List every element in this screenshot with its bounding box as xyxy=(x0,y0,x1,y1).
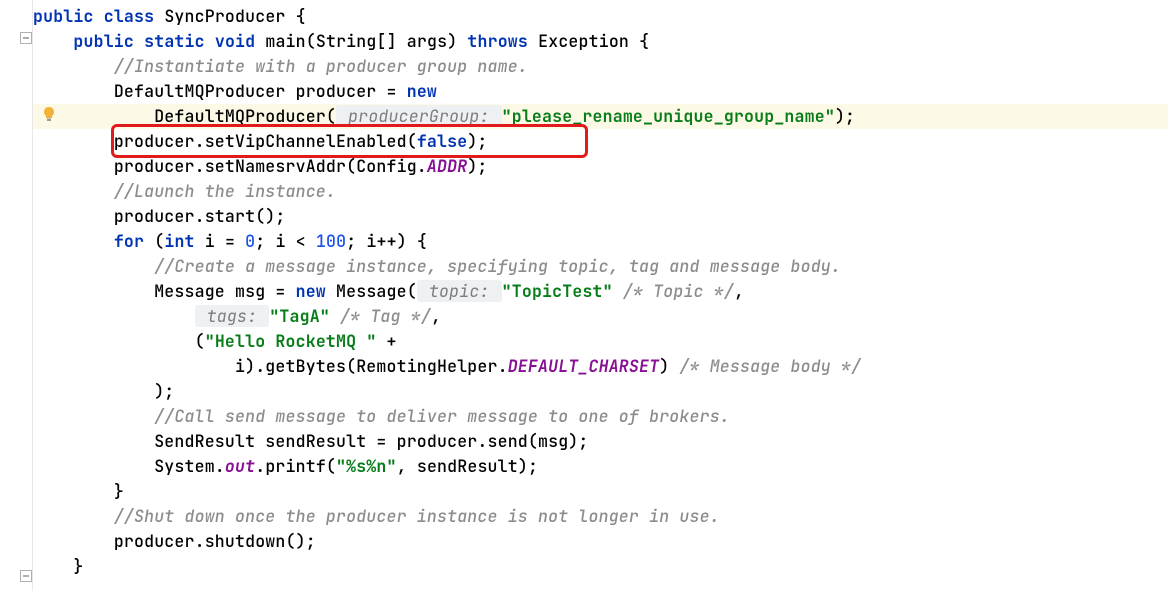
code-line[interactable]: public static void main(String[] args) t… xyxy=(33,29,1168,54)
parameter-hint: producerGroup: xyxy=(336,105,502,127)
code-line[interactable]: tags: "TagA" /* Tag */, xyxy=(33,304,1168,329)
parameter-hint: topic: xyxy=(417,280,502,302)
code-line[interactable]: ("Hello RocketMQ " + xyxy=(33,329,1168,354)
code-line[interactable]: DefaultMQProducer( producerGroup: "pleas… xyxy=(33,104,1168,129)
code-line[interactable]: producer.start(); xyxy=(33,204,1168,229)
code-line[interactable]: producer.shutdown(); xyxy=(33,529,1168,554)
code-line[interactable]: producer.setNamesrvAddr(Config.ADDR); xyxy=(33,154,1168,179)
code-line[interactable]: ); xyxy=(33,379,1168,404)
fold-minus-icon[interactable] xyxy=(20,570,34,584)
intention-bulb-icon[interactable] xyxy=(42,106,56,120)
code-line[interactable]: i).getBytes(RemotingHelper.DEFAULT_CHARS… xyxy=(33,354,1168,379)
code-line[interactable]: SendResult sendResult = producer.send(ms… xyxy=(33,429,1168,454)
code-line[interactable]: //Launch the instance. xyxy=(33,179,1168,204)
code-line[interactable]: //Shut down once the producer instance i… xyxy=(33,504,1168,529)
code-line[interactable]: } xyxy=(33,554,1168,579)
code-editor[interactable]: public class SyncProducer { public stati… xyxy=(33,0,1168,579)
code-line[interactable]: for (int i = 0; i < 100; i++) { xyxy=(33,229,1168,254)
parameter-hint: tags: xyxy=(195,305,270,327)
code-line[interactable]: System.out.printf("%s%n", sendResult); xyxy=(33,454,1168,479)
editor-gutter xyxy=(0,0,33,591)
code-line[interactable]: //Create a message instance, specifying … xyxy=(33,254,1168,279)
code-line[interactable]: Message msg = new Message( topic: "Topic… xyxy=(33,279,1168,304)
fold-minus-icon[interactable] xyxy=(20,32,34,46)
code-line[interactable]: public class SyncProducer { xyxy=(33,4,1168,29)
code-line[interactable]: } xyxy=(33,479,1168,504)
code-line[interactable]: producer.setVipChannelEnabled(false); xyxy=(33,129,1168,154)
code-line[interactable]: DefaultMQProducer producer = new xyxy=(33,79,1168,104)
code-line[interactable]: //Call send message to deliver message t… xyxy=(33,404,1168,429)
code-line[interactable]: //Instantiate with a producer group name… xyxy=(33,54,1168,79)
